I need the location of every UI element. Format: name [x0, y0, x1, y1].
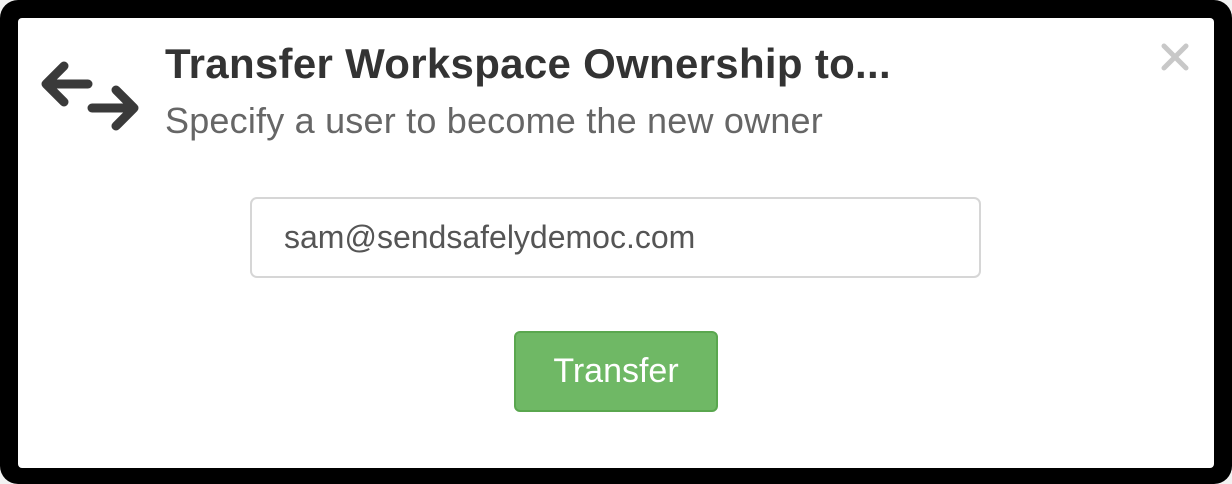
close-icon[interactable] — [1158, 40, 1192, 74]
dialog-title: Transfer Workspace Ownership to... — [165, 40, 891, 87]
transfer-ownership-dialog: Transfer Workspace Ownership to... Speci… — [18, 18, 1214, 468]
arrows-left-right-icon — [41, 61, 139, 131]
transfer-button[interactable]: Transfer — [514, 331, 718, 412]
new-owner-email-input[interactable] — [250, 197, 981, 278]
dialog-subtitle: Specify a user to become the new owner — [165, 100, 823, 141]
